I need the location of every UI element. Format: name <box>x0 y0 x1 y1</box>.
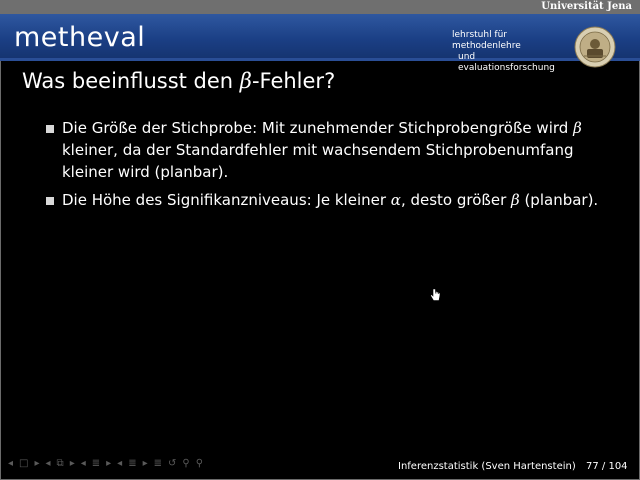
nav-arrow-right-icon[interactable]: ▸ <box>104 458 113 469</box>
bullet-item: Die Höhe des Signifikanzniveaus: Je klei… <box>46 189 626 211</box>
beamer-navigation: ◂ □ ▸ ◂ ⧉ ▸ ◂ ≣ ▸ ◂ ≣ ▸ ≣ ↺ ⚲ ⚲ <box>6 456 205 470</box>
metheval-logo: metheval <box>14 22 146 53</box>
nav-arrow-right-icon[interactable]: ▸ <box>32 458 41 469</box>
chair-line-1: lehrstuhl für methodenlehre <box>452 30 521 51</box>
nav-arrow-right-icon[interactable]: ▸ <box>141 458 150 469</box>
title-beta-symbol: β <box>239 69 252 93</box>
university-label: Universität Jena <box>541 1 632 12</box>
nav-arrow-right-icon[interactable]: ▸ <box>68 458 77 469</box>
nav-arrow-left-icon[interactable]: ◂ <box>79 458 88 469</box>
nav-arrow-left-icon[interactable]: ◂ <box>6 458 15 469</box>
nav-frame-icon[interactable]: □ <box>17 458 30 469</box>
title-suffix: -Fehler? <box>251 69 336 93</box>
chair-label: lehrstuhl für methodenlehre und evaluati… <box>452 30 572 74</box>
nav-toc-icon[interactable]: ≣ <box>152 458 164 469</box>
page-number: 77 / 104 <box>586 461 628 472</box>
presentation-title: Inferenzstatistik (Sven Hartenstein) <box>398 461 576 472</box>
nav-arrow-left-icon[interactable]: ◂ <box>115 458 124 469</box>
nav-zoom-icon[interactable]: ⚲ <box>194 458 205 469</box>
bullet-item: Die Größe der Stichprobe: Mit zunehmende… <box>46 117 626 183</box>
nav-section-icon[interactable]: ≣ <box>90 458 102 469</box>
nav-document-icon[interactable]: ≣ <box>126 458 138 469</box>
header-topbar: Universität Jena <box>0 0 640 14</box>
nav-subsection-icon[interactable]: ⧉ <box>55 458 66 469</box>
beta-symbol: β <box>511 191 520 209</box>
university-seal-icon <box>574 26 616 68</box>
bullet-list: Die Größe der Stichprobe: Mit zunehmende… <box>46 117 626 217</box>
slide-title: Was beeinflusst den β-Fehler? <box>22 69 335 93</box>
beta-symbol: β <box>573 119 582 137</box>
alpha-symbol: α <box>390 191 401 209</box>
nav-back-icon[interactable]: ↺ <box>166 458 178 469</box>
hand-cursor-icon <box>430 288 441 301</box>
nav-arrow-left-icon[interactable]: ◂ <box>44 458 53 469</box>
nav-search-icon[interactable]: ⚲ <box>180 458 191 469</box>
chair-line-2: und evaluationsforschung <box>458 52 555 73</box>
title-prefix: Was beeinflusst den <box>22 69 240 93</box>
